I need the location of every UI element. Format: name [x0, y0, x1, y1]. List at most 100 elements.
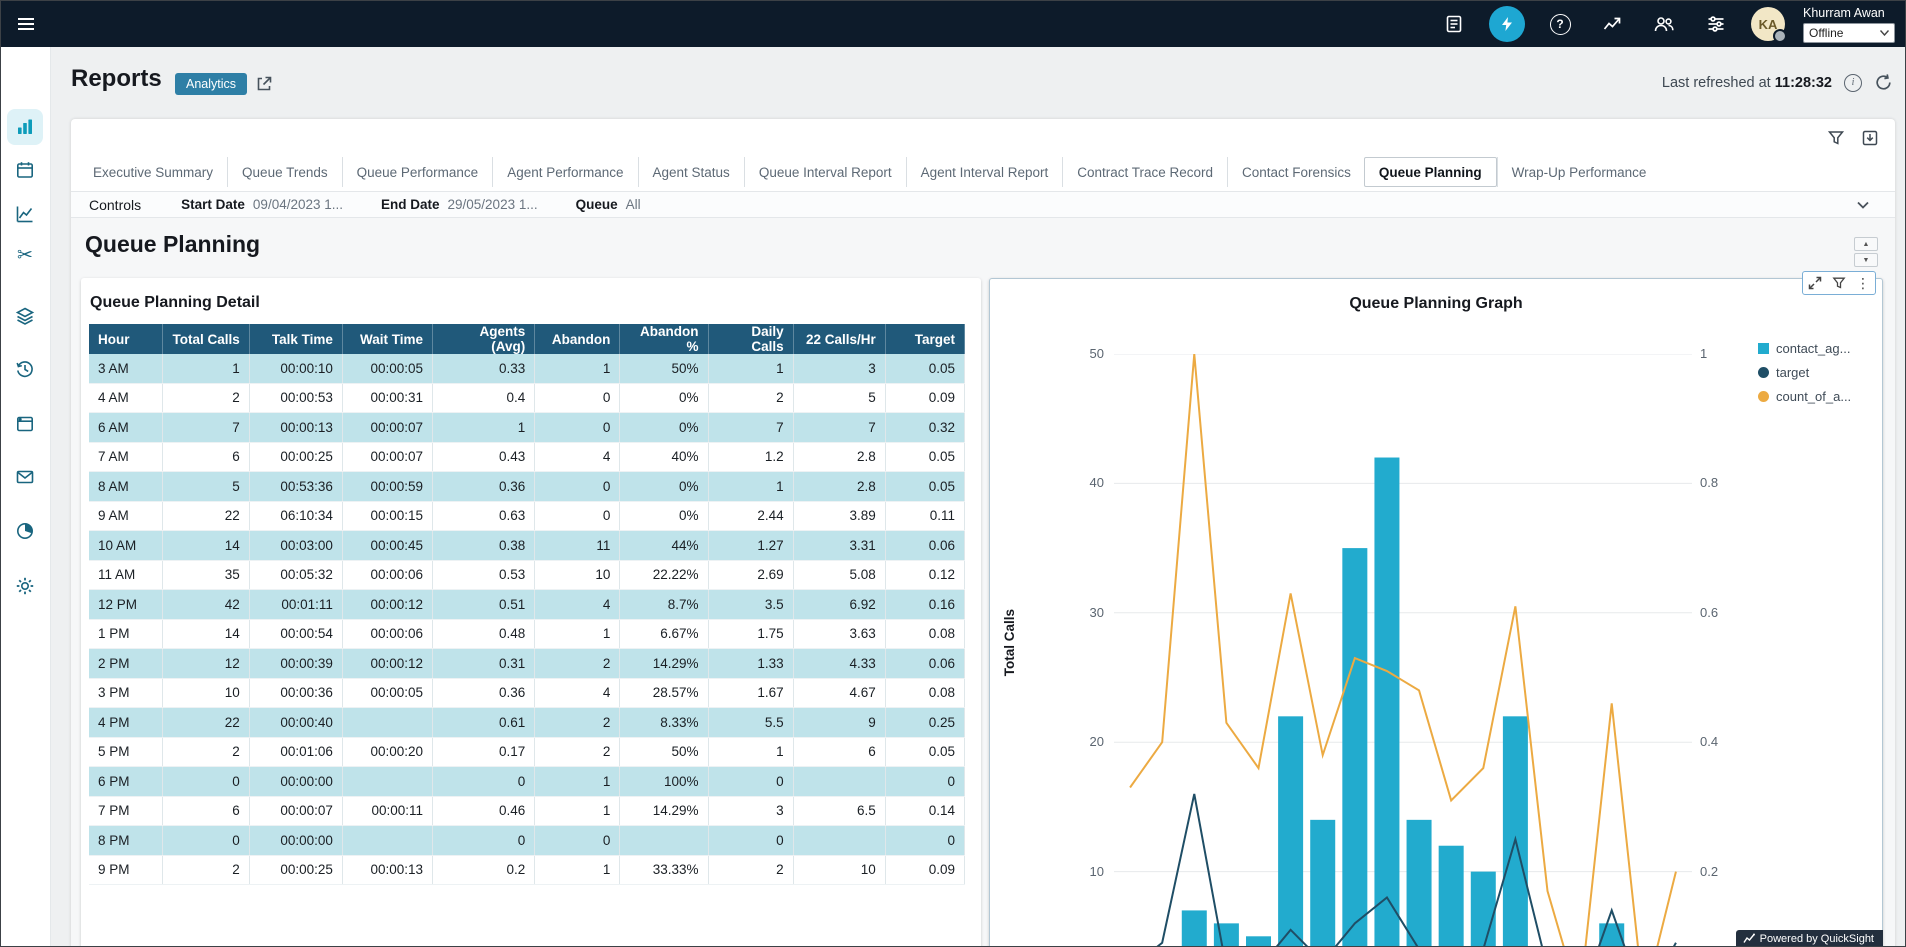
column-header-abandon[interactable]: Abandon % — [620, 324, 708, 354]
table-row: 2 PM1200:00:3900:00:120.31214.29%1.334.3… — [89, 649, 965, 679]
tab-contact-forensics[interactable]: Contact Forensics — [1227, 157, 1365, 187]
column-header-talk-time[interactable]: Talk Time — [249, 324, 342, 354]
table-title: Queue Planning Detail — [90, 294, 260, 312]
last-refreshed-time: 11:28:32 — [1775, 75, 1832, 91]
sidebar: ✂ — [1, 47, 51, 946]
scroll-down-button[interactable]: ▼ — [1854, 253, 1878, 267]
table-row: 10 AM1400:03:0000:00:450.381144%1.273.31… — [89, 531, 965, 561]
agent-status-select[interactable]: Offline — [1803, 23, 1895, 43]
legend-count-of-a[interactable]: count_of_a... — [1758, 389, 1851, 404]
chart-title: Queue Planning Graph — [990, 295, 1882, 313]
column-header-wait-time[interactable]: Wait Time — [342, 324, 432, 354]
combo-chart-plot — [1114, 354, 1692, 947]
sidebar-gear-icon[interactable] — [7, 568, 43, 604]
visual-toolbar: ⋮ — [1802, 271, 1876, 295]
legend-target[interactable]: target — [1758, 365, 1851, 380]
tab-contract-trace-record[interactable]: Contract Trace Record — [1062, 157, 1227, 187]
sidebar-layers-icon[interactable] — [7, 298, 43, 334]
menu-icon[interactable] — [15, 13, 37, 35]
realtime-bolt-icon[interactable] — [1489, 6, 1525, 42]
app-window: ? KA Khurram Awan Offline — [0, 0, 1906, 947]
sidebar-pie-chart-icon[interactable] — [7, 513, 43, 549]
maximize-icon[interactable] — [1803, 272, 1827, 294]
sidebar-mail-icon[interactable] — [7, 459, 43, 495]
avatar[interactable]: KA — [1751, 7, 1785, 41]
table-visual: Queue Planning Detail HourTotal CallsTal… — [81, 278, 981, 947]
table-row: 5 PM200:01:0600:00:200.17250%160.05 — [89, 737, 965, 767]
help-icon[interactable]: ? — [1543, 7, 1577, 41]
table-row: 11 AM3500:05:3200:00:060.531022.22%2.695… — [89, 560, 965, 590]
last-refreshed-label: Last refreshed at 11:28:32 — [1662, 75, 1832, 91]
sidebar-calendar-icon[interactable] — [7, 152, 43, 188]
column-header-total-calls[interactable]: Total Calls — [162, 324, 249, 354]
export-download-icon[interactable] — [1861, 129, 1879, 147]
controls-label: Controls — [89, 197, 141, 213]
tab-queue-planning[interactable]: Queue Planning — [1364, 157, 1497, 187]
controls-bar: Controls Start Date09/04/2023 1... End Da… — [71, 191, 1895, 218]
queue-planning-table: HourTotal CallsTalk TimeWait TimeAgents … — [89, 324, 965, 885]
sidebar-reports-icon[interactable] — [7, 109, 43, 145]
user-name: Khurram Awan — [1803, 6, 1895, 20]
chevron-down-icon — [1880, 30, 1889, 36]
page-title: Reports — [71, 65, 162, 93]
table-row: 6 AM700:00:1300:00:07100%770.32 — [89, 413, 965, 443]
table-row: 1 PM1400:00:5400:00:060.4816.67%1.753.63… — [89, 619, 965, 649]
column-header-22-calls-hr[interactable]: 22 Calls/Hr — [793, 324, 885, 354]
table-row: 3 AM100:00:1000:00:050.33150%130.05 — [89, 354, 965, 383]
filter-queue[interactable]: QueueAll — [576, 197, 641, 212]
table-row: 7 AM600:00:2500:00:070.43440%1.22.80.05 — [89, 442, 965, 472]
visual-filter-icon[interactable] — [1827, 272, 1851, 294]
tab-executive-summary[interactable]: Executive Summary — [79, 157, 227, 187]
kebab-menu-icon[interactable]: ⋮ — [1851, 272, 1875, 294]
avatar-initials: KA — [1759, 17, 1778, 32]
table-row: 6 PM000:00:0001100%00 — [89, 767, 965, 797]
metrics-icon[interactable] — [1595, 7, 1629, 41]
tab-queue-trends[interactable]: Queue Trends — [227, 157, 342, 187]
tab-agent-performance[interactable]: Agent Performance — [492, 157, 637, 187]
sidebar-window-icon[interactable] — [7, 406, 43, 442]
column-header-abandon[interactable]: Abandon — [535, 324, 620, 354]
column-header-hour[interactable]: Hour — [89, 324, 162, 354]
tab-bar: Executive SummaryQueue TrendsQueue Perfo… — [79, 157, 1765, 187]
table-row: 9 AM2206:10:3400:00:150.6300%2.443.890.1… — [89, 501, 965, 531]
legend-contact-ag[interactable]: contact_ag... — [1758, 341, 1851, 356]
filter-funnel-icon[interactable] — [1827, 129, 1845, 147]
settings-sliders-icon[interactable] — [1699, 7, 1733, 41]
table-row: 3 PM1000:00:3600:00:050.36428.57%1.674.6… — [89, 678, 965, 708]
filter-end-date[interactable]: End Date29/05/2023 1... — [381, 197, 538, 212]
presence-status-dot — [1773, 29, 1787, 43]
quicksight-logo-icon — [1743, 933, 1755, 945]
sidebar-line-chart-icon[interactable] — [7, 196, 43, 232]
column-header-target[interactable]: Target — [885, 324, 964, 354]
info-icon[interactable]: i — [1844, 74, 1862, 92]
external-link-icon[interactable] — [255, 75, 273, 93]
filter-start-date[interactable]: Start Date09/04/2023 1... — [181, 197, 343, 212]
tab-queue-performance[interactable]: Queue Performance — [342, 157, 493, 187]
scissors-glyph: ✂ — [17, 244, 33, 267]
sheet-title: Queue Planning — [85, 231, 260, 258]
table-row: 9 PM200:00:2500:00:130.2133.33%2100.09 — [89, 855, 965, 885]
sidebar-history-icon[interactable] — [7, 351, 43, 387]
tab-agent-interval-report[interactable]: Agent Interval Report — [906, 157, 1063, 187]
tab-queue-interval-report[interactable]: Queue Interval Report — [744, 157, 906, 187]
powered-by-badge[interactable]: Powered by QuickSight — [1736, 930, 1883, 947]
column-header-daily-calls[interactable]: Daily Calls — [708, 324, 793, 354]
sidebar-scissors-icon[interactable]: ✂ — [7, 237, 43, 273]
tab-wrap-up-performance[interactable]: Wrap-Up Performance — [1497, 157, 1661, 187]
column-header-agents-avg[interactable]: Agents (Avg) — [433, 324, 535, 354]
table-row: 8 AM500:53:3600:00:590.3600%12.80.05 — [89, 472, 965, 502]
table-row: 4 PM2200:00:400.6128.33%5.590.25 — [89, 708, 965, 738]
users-icon[interactable] — [1647, 7, 1681, 41]
table-row: 4 AM200:00:5300:00:310.400%250.09 — [89, 383, 965, 413]
sheet-scroll-spinner: ▲ ▼ — [1854, 237, 1878, 267]
notes-icon[interactable] — [1437, 7, 1471, 41]
table-row: 8 PM000:00:000000 — [89, 826, 965, 856]
agent-status-value: Offline — [1809, 26, 1843, 40]
question-glyph: ? — [1550, 14, 1571, 35]
refresh-icon[interactable] — [1874, 73, 1893, 92]
top-bar: ? KA Khurram Awan Offline — [1, 1, 1905, 47]
collapse-controls-chevron-icon[interactable] — [1855, 197, 1871, 213]
scroll-up-button[interactable]: ▲ — [1854, 237, 1878, 251]
chart-visual: ⋮ Queue Planning Graph Total Calls 50403… — [989, 278, 1883, 947]
tab-agent-status[interactable]: Agent Status — [638, 157, 744, 187]
